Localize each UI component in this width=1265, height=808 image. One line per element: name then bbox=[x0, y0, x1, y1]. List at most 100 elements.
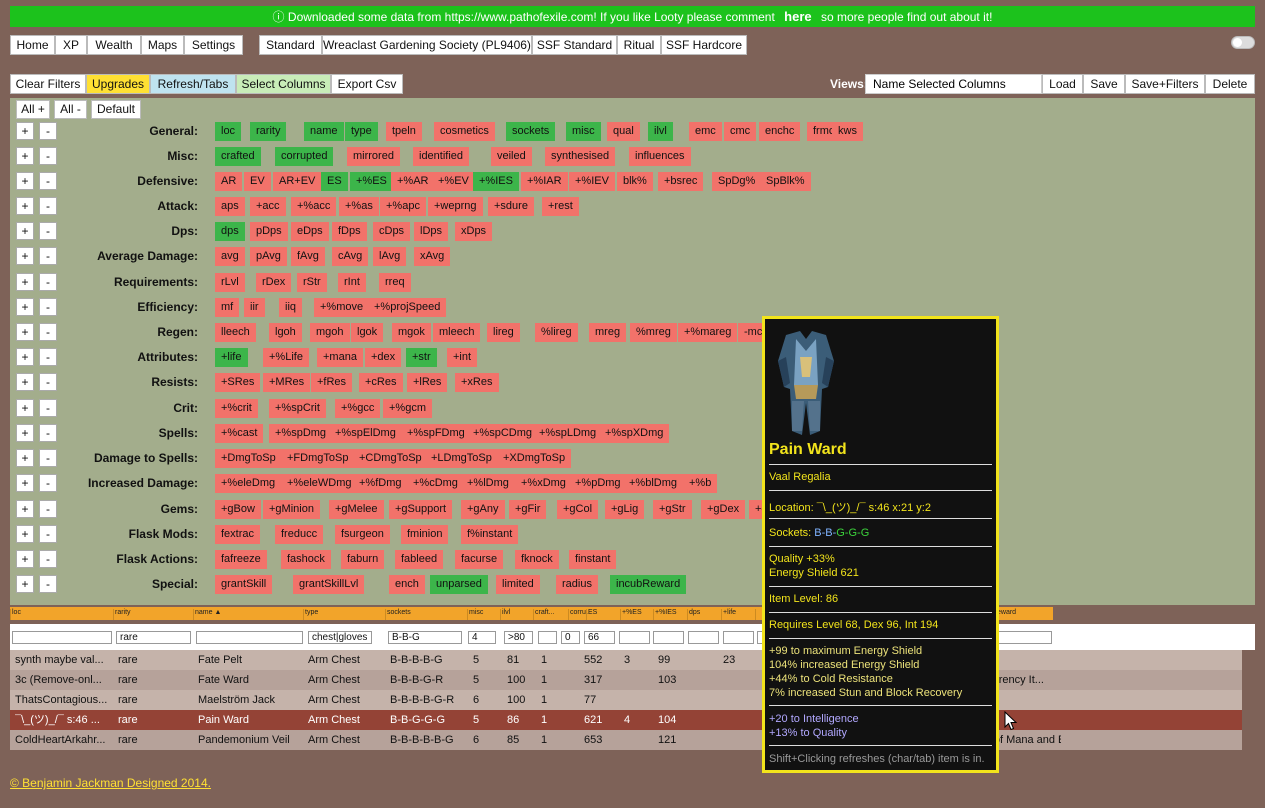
group-minus-button[interactable]: - bbox=[39, 373, 57, 391]
column-chip-spdg[interactable]: SpDg% bbox=[712, 172, 762, 191]
column-filter-input[interactable]: B-B-G bbox=[388, 631, 462, 644]
column-header[interactable]: name ▲ bbox=[193, 609, 221, 620]
column-chip-speldmg[interactable]: +%spElDmg bbox=[329, 424, 402, 443]
column-chip-spxdmg[interactable]: +%spXDmg bbox=[599, 424, 670, 443]
column-chip-gfir[interactable]: +gFir bbox=[509, 500, 547, 519]
view-delete-button[interactable]: Delete bbox=[1205, 74, 1255, 94]
column-chip-gminion[interactable]: +gMinion bbox=[263, 500, 320, 519]
group-minus-button[interactable]: - bbox=[39, 247, 57, 265]
column-chip-finstant[interactable]: f%instant bbox=[461, 525, 519, 544]
column-chip-lavg[interactable]: lAvg bbox=[373, 247, 407, 266]
column-chip-spcrit[interactable]: +%spCrit bbox=[269, 399, 326, 418]
nav-maps[interactable]: Maps bbox=[141, 35, 184, 55]
group-minus-button[interactable]: - bbox=[39, 550, 57, 568]
column-chip-rstr[interactable]: rStr bbox=[297, 273, 327, 292]
column-chip-ilvl[interactable]: ilvl bbox=[648, 122, 673, 141]
column-header[interactable]: loc bbox=[10, 609, 21, 620]
column-chip-xavg[interactable]: xAvg bbox=[414, 247, 451, 266]
column-chip-dmgtosp[interactable]: +DmgToSp bbox=[215, 449, 282, 468]
column-chip-ldps[interactable]: lDps bbox=[414, 222, 449, 241]
column-chip-ies[interactable]: +%IES bbox=[473, 172, 519, 191]
column-chip-projspeed[interactable]: +%projSpeed bbox=[368, 298, 447, 317]
column-chip-grantskill[interactable]: grantSkill bbox=[215, 575, 273, 594]
column-chip-bldmg[interactable]: +%blDmg bbox=[623, 474, 683, 493]
nav-home[interactable]: Home bbox=[10, 35, 55, 55]
group-plus-button[interactable]: + bbox=[16, 122, 34, 140]
nav-settings[interactable]: Settings bbox=[184, 35, 243, 55]
column-chip-incubreward[interactable]: incubReward bbox=[610, 575, 687, 594]
column-chip-kws[interactable]: kws bbox=[832, 122, 863, 141]
column-chip-blk[interactable]: blk% bbox=[617, 172, 653, 191]
column-chip-fsurgeon[interactable]: fsurgeon bbox=[335, 525, 390, 544]
column-chip-limited[interactable]: limited bbox=[496, 575, 540, 594]
column-chip-fableed[interactable]: fableed bbox=[395, 550, 444, 569]
column-chip-favg[interactable]: fAvg bbox=[291, 247, 325, 266]
group-plus-button[interactable]: + bbox=[16, 525, 34, 543]
group-plus-button[interactable]: + bbox=[16, 222, 34, 240]
column-filter-input[interactable] bbox=[653, 631, 684, 644]
column-chip-mreg[interactable]: mreg bbox=[589, 323, 627, 342]
table-row[interactable]: ThatsContagious... rare Maelström Jack Arm … bbox=[10, 690, 1242, 710]
column-chip-es[interactable]: +%ES bbox=[350, 172, 393, 191]
column-chip-freducc[interactable]: freducc bbox=[275, 525, 324, 544]
column-chip-mareg[interactable]: +%mareg bbox=[678, 323, 738, 342]
column-chip-elewdmg[interactable]: +%eleWDmg bbox=[281, 474, 358, 493]
column-chip-ldmgtosp[interactable]: +LDmgToSp bbox=[425, 449, 498, 468]
column-chip-cdmg[interactable]: +%cDmg bbox=[407, 474, 464, 493]
group-plus-button[interactable]: + bbox=[16, 348, 34, 366]
column-header[interactable]: rarity bbox=[113, 609, 131, 620]
column-chip-finstant[interactable]: finstant bbox=[569, 550, 617, 569]
column-header[interactable]: +%IES bbox=[653, 609, 677, 620]
column-chip-b[interactable]: +%b bbox=[683, 474, 718, 493]
column-chip-mirrored[interactable]: mirrored bbox=[347, 147, 400, 166]
column-chip-mana[interactable]: +mana bbox=[317, 348, 363, 367]
column-chip-spldmg[interactable]: +%spLDmg bbox=[533, 424, 603, 443]
column-chip-gcol[interactable]: +gCol bbox=[557, 500, 599, 519]
column-filter-input[interactable]: 66 bbox=[584, 631, 615, 644]
column-filter-input[interactable] bbox=[723, 631, 754, 644]
column-chip-ldmg[interactable]: +%lDmg bbox=[461, 474, 515, 493]
column-chip-iiq[interactable]: iiq bbox=[279, 298, 303, 317]
column-chip-xdps[interactable]: xDps bbox=[455, 222, 493, 241]
column-filter-input[interactable]: 4 bbox=[468, 631, 496, 644]
column-chip-unparsed[interactable]: unparsed bbox=[430, 575, 488, 594]
column-chip-cres[interactable]: +cRes bbox=[359, 373, 403, 392]
column-chip-str[interactable]: +str bbox=[406, 348, 437, 367]
column-chip-synthesised[interactable]: synthesised bbox=[545, 147, 616, 166]
group-plus-button[interactable]: + bbox=[16, 424, 34, 442]
column-filter-input[interactable]: 0 bbox=[561, 631, 580, 644]
clear-filters-button[interactable]: Clear Filters bbox=[10, 74, 86, 94]
select-columns-button[interactable]: Select Columns bbox=[236, 74, 331, 94]
table-row[interactable]: ColdHeartArkahr... rare Pandemonium Veil Ar… bbox=[10, 730, 1242, 750]
column-filter-input[interactable] bbox=[997, 631, 1052, 644]
group-minus-button[interactable]: - bbox=[39, 449, 57, 467]
group-minus-button[interactable]: - bbox=[39, 474, 57, 492]
column-chip-fminion[interactable]: fminion bbox=[401, 525, 449, 544]
group-plus-button[interactable]: + bbox=[16, 373, 34, 391]
column-chip-pdps[interactable]: pDps bbox=[250, 222, 288, 241]
column-chip-xres[interactable]: +xRes bbox=[455, 373, 499, 392]
column-chip-mres[interactable]: +MRes bbox=[263, 373, 311, 392]
column-chip-veiled[interactable]: veiled bbox=[491, 147, 532, 166]
group-minus-button[interactable]: - bbox=[39, 147, 57, 165]
column-chip-cdmgtosp[interactable]: +CDmgToSp bbox=[353, 449, 428, 468]
group-plus-button[interactable]: + bbox=[16, 247, 34, 265]
column-chip-rint[interactable]: rInt bbox=[338, 273, 366, 292]
column-chip-ar[interactable]: +%AR bbox=[391, 172, 435, 191]
column-chip-rest[interactable]: +rest bbox=[542, 197, 579, 216]
column-chip-faburn[interactable]: faburn bbox=[341, 550, 385, 569]
column-chip-crit[interactable]: +%crit bbox=[215, 399, 258, 418]
column-chip-spblk[interactable]: SpBlk% bbox=[760, 172, 811, 191]
banner-here-link[interactable]: here bbox=[778, 9, 817, 24]
column-chip-misc[interactable]: misc bbox=[566, 122, 601, 141]
column-chip-gstr[interactable]: +gStr bbox=[653, 500, 692, 519]
group-plus-button[interactable]: + bbox=[16, 500, 34, 518]
group-plus-button[interactable]: + bbox=[16, 273, 34, 291]
column-header[interactable]: +%ES bbox=[620, 609, 642, 620]
column-header[interactable]: dps bbox=[687, 609, 700, 620]
column-chip-name[interactable]: name bbox=[304, 122, 344, 141]
column-chip-bsrec[interactable]: +bsrec bbox=[658, 172, 704, 191]
column-chip-pdmg[interactable]: +%pDmg bbox=[569, 474, 627, 493]
column-chip-xdmg[interactable]: +%xDmg bbox=[515, 474, 572, 493]
group-minus-button[interactable]: - bbox=[39, 222, 57, 240]
